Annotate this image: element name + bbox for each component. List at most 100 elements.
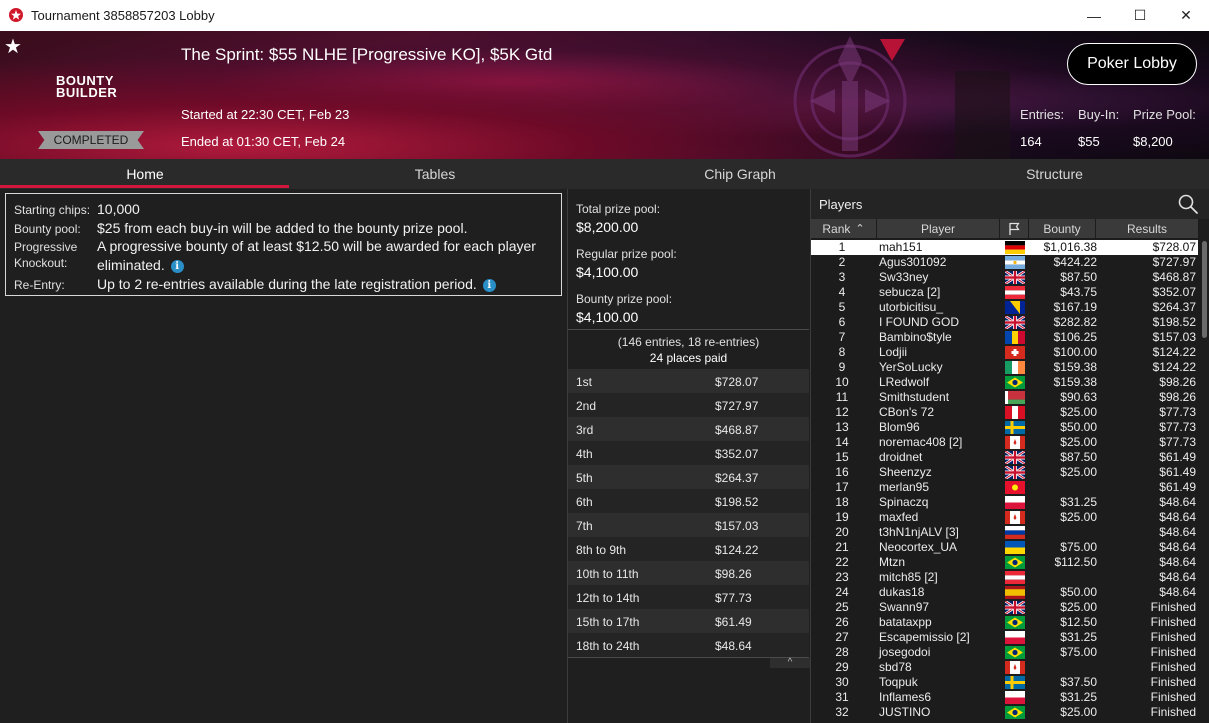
players-scrollbar[interactable] (1202, 241, 1207, 338)
player-row[interactable]: 6 I FOUND GOD $282.82 $198.52 (811, 315, 1198, 330)
regular-prize-value: $4,100.00 (576, 264, 639, 280)
player-row[interactable]: 20 t3hN1njALV [3] $48.64 (811, 525, 1198, 540)
player-row[interactable]: 27 Escapemissio [2] $31.25 Finished (811, 630, 1198, 645)
player-row[interactable]: 28 josegodoi $75.00 Finished (811, 645, 1198, 660)
player-row[interactable]: 18 Spinaczq $31.25 $48.64 (811, 495, 1198, 510)
flag-column-header[interactable] (1000, 219, 1029, 238)
payout-amount: $157.03 (715, 519, 759, 533)
tab-chip-graph[interactable]: Chip Graph (580, 159, 900, 189)
player-bounty: $167.19 (1053, 300, 1097, 314)
player-row[interactable]: 4 sebucza [2] $43.75 $352.07 (811, 285, 1198, 300)
entries-value: 164 (1020, 134, 1042, 149)
player-row[interactable]: 9 YerSoLucky $159.38 $124.22 (811, 360, 1198, 375)
player-name: utorbicitisu_ (879, 300, 944, 314)
player-row[interactable]: 1 mah151 $1,016.38 $728.07 (811, 240, 1198, 255)
player-row[interactable]: 19 maxfed $25.00 $48.64 (811, 510, 1198, 525)
country-flag-icon (1005, 541, 1025, 554)
reentry-value: Up to 2 re-entries available during the … (97, 276, 477, 292)
player-row[interactable]: 10 LRedwolf $159.38 $98.26 (811, 375, 1198, 390)
player-row[interactable]: 22 Mtzn $112.50 $48.64 (811, 555, 1198, 570)
pko-info-icon[interactable]: i (170, 260, 184, 273)
player-row[interactable]: 15 droidnet $87.50 $61.49 (811, 450, 1198, 465)
player-rank: 10 (835, 375, 849, 389)
player-row[interactable]: 32 JUSTINO $25.00 Finished (811, 705, 1198, 720)
close-button[interactable]: ✕ (1163, 0, 1209, 31)
payout-position: 2nd (576, 399, 597, 413)
country-flag-icon (1005, 601, 1025, 614)
tournament-banner: ★ BOUNTY BUILDER COMPLETED The Sprint: $… (0, 31, 1209, 159)
rank-column-header[interactable]: Rank ⌃ (811, 219, 877, 238)
collapse-chevron-icon[interactable]: ^ (770, 658, 810, 668)
player-row[interactable]: 23 mitch85 [2] $48.64 (811, 570, 1198, 585)
player-row[interactable]: 13 Blom96 $50.00 $77.73 (811, 420, 1198, 435)
country-flag-icon (1005, 391, 1025, 404)
player-row[interactable]: 16 Sheenzyz $25.00 $61.49 (811, 465, 1198, 480)
player-name: JUSTINO (879, 705, 931, 719)
player-row[interactable]: 7 Bambino$tyle $106.25 $157.03 (811, 330, 1198, 345)
tab-structure[interactable]: Structure (900, 159, 1209, 189)
payout-row: 6th $198.52 (568, 489, 809, 513)
player-rank: 14 (835, 435, 849, 449)
maximize-button[interactable]: ☐ (1117, 0, 1163, 31)
player-row[interactable]: 14 noremac408 [2] $25.00 $77.73 (811, 435, 1198, 450)
player-bounty: $87.50 (1060, 270, 1097, 284)
player-row[interactable]: 12 CBon's 72 $25.00 $77.73 (811, 405, 1198, 420)
country-flag-icon (1005, 271, 1025, 284)
bounty-column-header[interactable]: Bounty (1029, 219, 1096, 238)
payout-row: 7th $157.03 (568, 513, 809, 537)
player-column-header[interactable]: Player (877, 219, 1000, 238)
country-flag-icon (1005, 451, 1025, 464)
player-name: Smithstudent (879, 390, 950, 404)
player-row[interactable]: 21 Neocortex_UA $75.00 $48.64 (811, 540, 1198, 555)
reentry-info-icon[interactable]: i (482, 279, 496, 292)
search-icon[interactable] (1177, 193, 1199, 215)
player-result: $48.64 (1159, 570, 1196, 584)
player-rank: 23 (835, 570, 849, 584)
player-row[interactable]: 31 Inflames6 $31.25 Finished (811, 690, 1198, 705)
pko-label-line2: Knockout: (14, 256, 68, 270)
minimize-button[interactable]: — (1071, 0, 1117, 31)
payout-row: 4th $352.07 (568, 441, 809, 465)
player-row[interactable]: 26 batataxpp $12.50 Finished (811, 615, 1198, 630)
player-name: Agus301092 (879, 255, 947, 269)
favorite-star-icon[interactable]: ★ (4, 34, 22, 59)
country-flag-icon (1005, 496, 1025, 509)
player-row[interactable]: 30 Toqpuk $37.50 Finished (811, 675, 1198, 690)
player-name: Toqpuk (879, 675, 918, 689)
country-flag-icon (1005, 436, 1025, 449)
player-bounty: $424.22 (1053, 255, 1097, 269)
player-row[interactable]: 5 utorbicitisu_ $167.19 $264.37 (811, 300, 1198, 315)
player-bounty: $31.25 (1060, 630, 1097, 644)
country-flag-icon (1005, 256, 1025, 269)
tab-tables[interactable]: Tables (290, 159, 580, 189)
payout-row: 3rd $468.87 (568, 417, 809, 441)
player-row[interactable]: 2 Agus301092 $424.22 $727.97 (811, 255, 1198, 270)
country-flag-icon (1005, 466, 1025, 479)
player-rank: 31 (835, 690, 849, 704)
bounty-prize-value: $4,100.00 (576, 309, 639, 325)
payout-position: 18th to 24th (576, 639, 640, 653)
sort-asc-icon: ⌃ (855, 223, 865, 235)
player-name: Mtzn (879, 555, 906, 569)
player-bounty: $87.50 (1060, 450, 1097, 464)
country-flag-icon (1005, 241, 1025, 254)
payout-position: 7th (576, 519, 593, 533)
player-row[interactable]: 29 sbd78 Finished (811, 660, 1198, 675)
player-name: t3hN1njALV [3] (879, 525, 959, 539)
players-title: Players (819, 197, 863, 212)
logo-line-2: BUILDER (56, 85, 118, 100)
player-row[interactable]: 3 Sw33ney $87.50 $468.87 (811, 270, 1198, 285)
results-column-header[interactable]: Results (1096, 219, 1199, 238)
player-rank: 5 (838, 300, 846, 314)
regular-prize-label: Regular prize pool: (576, 247, 677, 261)
player-row[interactable]: 17 merlan95 $61.49 (811, 480, 1198, 495)
poker-lobby-button[interactable]: Poker Lobby (1067, 43, 1197, 85)
player-row[interactable]: 8 Lodjii $100.00 $124.22 (811, 345, 1198, 360)
player-row[interactable]: 24 dukas18 $50.00 $48.64 (811, 585, 1198, 600)
player-rank: 20 (835, 525, 849, 539)
bounty-prize-label: Bounty prize pool: (576, 292, 673, 306)
player-row[interactable]: 25 Swann97 $25.00 Finished (811, 600, 1198, 615)
player-result: Finished (1150, 675, 1196, 689)
player-row[interactable]: 11 Smithstudent $90.63 $98.26 (811, 390, 1198, 405)
window-titlebar: Tournament 3858857203 Lobby — ☐ ✕ (0, 0, 1209, 31)
